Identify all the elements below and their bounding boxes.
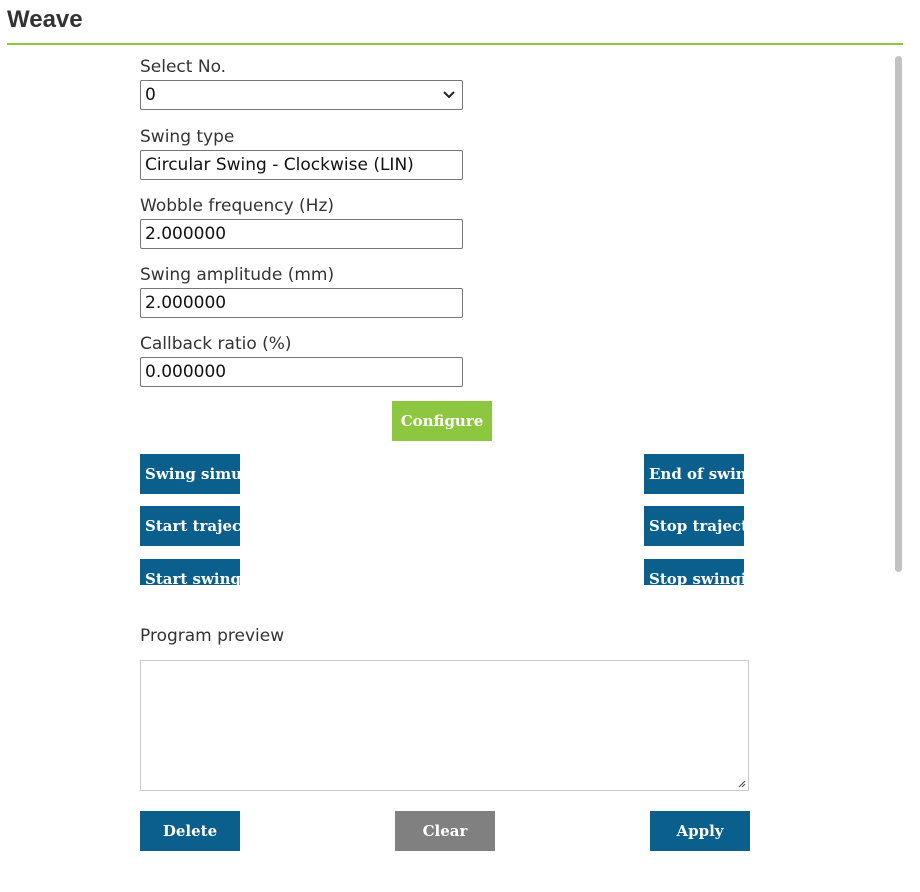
swing-simulation-button[interactable]: Swing simu — [140, 454, 240, 494]
select-no-value: 0 — [145, 85, 156, 105]
start-swing-button[interactable]: Start swing — [140, 559, 240, 585]
swing-type-label: Swing type — [140, 127, 235, 147]
apply-button[interactable]: Apply — [650, 811, 750, 851]
wobble-frequency-label: Wobble frequency (Hz) — [140, 196, 335, 216]
page-title: Weave — [7, 6, 83, 33]
program-preview-label: Program preview — [140, 626, 285, 646]
end-of-swing-button[interactable]: End of swin — [644, 454, 744, 494]
callback-ratio-label: Callback ratio (%) — [140, 334, 292, 354]
stop-swing-button[interactable]: Stop swingi — [644, 559, 744, 585]
delete-button[interactable]: Delete — [140, 811, 240, 851]
swing-amplitude-input[interactable]: 2.000000 — [140, 288, 463, 318]
weave-form-scroll-area: Select No. 0 Swing type Circular Swing -… — [0, 45, 906, 585]
swing-type-field[interactable]: Circular Swing - Clockwise (LIN) — [140, 150, 463, 180]
program-preview-textarea[interactable] — [140, 660, 749, 791]
callback-ratio-input[interactable]: 0.000000 — [140, 357, 463, 387]
swing-amplitude-label: Swing amplitude (mm) — [140, 265, 335, 285]
select-no-label: Select No. — [140, 57, 227, 77]
chevron-down-icon — [443, 91, 455, 99]
stop-trajectory-button[interactable]: Stop traject — [644, 506, 744, 546]
wobble-frequency-input[interactable]: 2.000000 — [140, 219, 463, 249]
select-no-dropdown[interactable]: 0 — [140, 80, 463, 110]
configure-button[interactable]: Configure — [392, 401, 492, 441]
clear-button[interactable]: Clear — [395, 811, 495, 851]
resize-handle-icon[interactable] — [736, 778, 746, 788]
start-trajectory-button[interactable]: Start trajec — [140, 506, 240, 546]
